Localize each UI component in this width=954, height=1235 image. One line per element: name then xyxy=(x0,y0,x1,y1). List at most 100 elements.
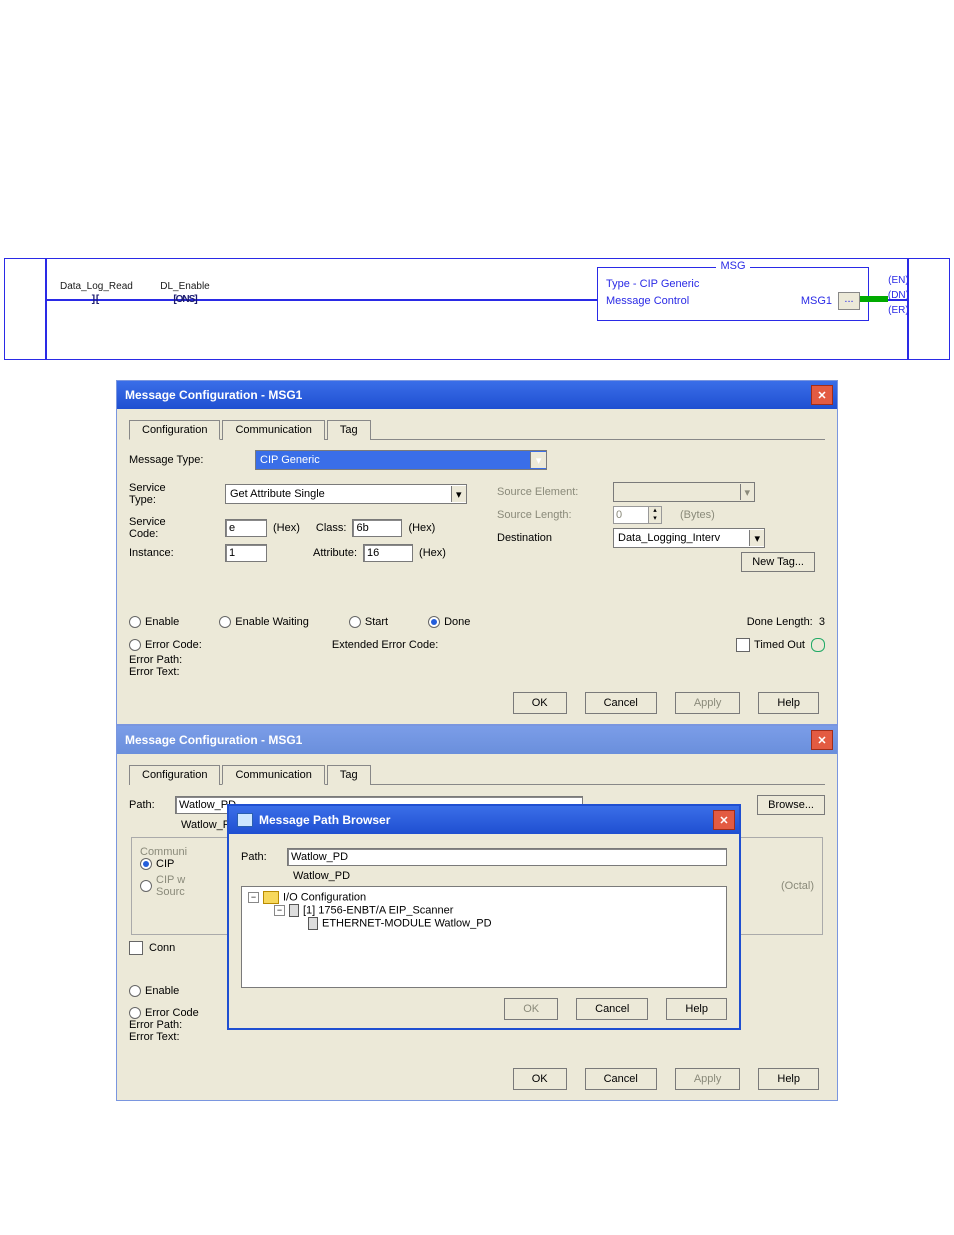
help-button[interactable]: Help xyxy=(758,692,819,714)
message-path-browser: Message Path Browser ✕ Path: Watlow_PD −… xyxy=(227,804,741,1030)
msg-tag: MSG1 xyxy=(801,295,832,307)
error-path-label: Error Path: xyxy=(129,1019,182,1031)
contact-dl-enable: DL_Enable [ONS] xyxy=(150,281,220,305)
msg-config-dialog-2: Message Configuration - MSG1 ✕ Configura… xyxy=(116,725,838,1101)
done-label: Done xyxy=(444,616,470,628)
module-icon xyxy=(308,917,318,930)
path-tree[interactable]: −I/O Configuration −[1] 1756-ENBT/A EIP_… xyxy=(241,886,727,988)
msg-type-line: Type - CIP Generic xyxy=(606,278,699,290)
tree-root[interactable]: −I/O Configuration xyxy=(248,891,720,904)
left-rail xyxy=(45,259,47,359)
help-button[interactable]: Help xyxy=(758,1068,819,1090)
source-element-select: ▾ xyxy=(613,482,755,502)
ladder-rung: Data_Log_Read ] [ DL_Enable [ONS] MSG Ty… xyxy=(4,258,950,360)
msg-instruction-box: MSG Type - CIP Generic Message Control M… xyxy=(597,267,869,321)
tab-tag[interactable]: Tag xyxy=(327,420,371,440)
ons-symbol: [ONS] xyxy=(150,294,220,305)
timed-out-checkbox[interactable] xyxy=(736,638,750,652)
cip-label: CIP xyxy=(156,858,174,870)
error-text-label: Error Text: xyxy=(129,1031,180,1043)
instance-input[interactable] xyxy=(225,544,267,562)
attribute-label: Attribute: xyxy=(313,547,357,559)
tree-item-scanner[interactable]: −[1] 1756-ENBT/A EIP_Scanner xyxy=(248,904,720,917)
octal-label: (Octal) xyxy=(781,880,814,892)
path-label: Path: xyxy=(241,851,281,863)
error-radio xyxy=(129,639,141,651)
cancel-button[interactable]: Cancel xyxy=(585,692,657,714)
path-echo: Watlow_PD xyxy=(293,870,350,882)
enable-radio xyxy=(129,616,141,628)
contact-label: DL_Enable xyxy=(160,281,209,292)
app-icon xyxy=(237,813,253,827)
connected-checkbox[interactable] xyxy=(129,941,143,955)
titlebar: Message Configuration - MSG1 ✕ xyxy=(117,726,837,754)
dropdown-icon: ▾ xyxy=(740,484,754,500)
help-button[interactable]: Help xyxy=(666,998,727,1020)
bytes-label: (Bytes) xyxy=(680,509,715,521)
close-button[interactable]: ✕ xyxy=(713,810,735,830)
source-length-label: Source Length: xyxy=(497,509,607,521)
enable-waiting-label: Enable Waiting xyxy=(235,616,309,628)
service-code-label: Service Code: xyxy=(129,516,219,540)
service-code-input[interactable] xyxy=(225,519,267,537)
msg-config-dialog-1: Message Configuration - MSG1 ✕ Configura… xyxy=(116,380,838,725)
titlebar: Message Configuration - MSG1 ✕ xyxy=(117,381,837,409)
cancel-button[interactable]: Cancel xyxy=(585,1068,657,1090)
hex-label: (Hex) xyxy=(408,522,435,534)
message-type-label: Message Type: xyxy=(129,454,249,466)
browse-button[interactable]: Browse... xyxy=(757,795,825,815)
dropdown-icon[interactable]: ▾ xyxy=(451,486,466,502)
close-button[interactable]: ✕ xyxy=(811,385,833,405)
msg-control-label: Message Control xyxy=(606,295,689,307)
source-length-spin: ▴▾ xyxy=(613,506,662,524)
contact-data-log-read: Data_Log_Read ] [ xyxy=(60,281,130,305)
tree-item-watlow[interactable]: ETHERNET-MODULE Watlow_PD xyxy=(248,917,720,930)
dialog-title: Message Configuration - MSG1 xyxy=(125,388,302,402)
msg-title: MSG xyxy=(716,260,749,272)
dialog-title: Message Configuration - MSG1 xyxy=(125,733,302,747)
tab-communication[interactable]: Communication xyxy=(222,765,324,785)
contact-label: Data_Log_Read xyxy=(60,281,133,292)
apply-button: Apply xyxy=(675,692,741,714)
folder-icon xyxy=(263,891,279,904)
destination-select[interactable]: ▾ xyxy=(613,528,765,548)
service-type-select[interactable]: ▾ xyxy=(225,484,467,504)
ext-error-label: Extended Error Code: xyxy=(332,639,438,651)
cancel-button[interactable]: Cancel xyxy=(576,998,648,1020)
contact-symbol: ] [ xyxy=(60,294,130,305)
destination-label: Destination xyxy=(497,532,607,544)
cip-radio[interactable] xyxy=(140,858,152,870)
cip-source-label: CIP w Sourc xyxy=(156,874,185,898)
ok-button: OK xyxy=(504,998,558,1020)
comm-legend: Communi xyxy=(140,846,187,858)
browser-path-input[interactable] xyxy=(287,848,727,866)
module-icon xyxy=(289,904,299,917)
message-type-select[interactable]: ▾ xyxy=(255,450,547,470)
connected-label: Conn xyxy=(149,942,175,954)
tab-configuration[interactable]: Configuration xyxy=(129,765,220,785)
msg-config-button[interactable]: ... xyxy=(838,292,860,310)
error-code-label: Error Code: xyxy=(145,639,202,651)
error-radio xyxy=(129,1007,141,1019)
tab-communication[interactable]: Communication xyxy=(222,420,324,440)
error-path-label: Error Path: xyxy=(129,654,182,666)
attribute-input[interactable] xyxy=(363,544,413,562)
start-radio xyxy=(349,616,361,628)
service-type-label: Service Type: xyxy=(129,482,219,506)
path-label: Path: xyxy=(129,799,169,811)
hex-label: (Hex) xyxy=(273,522,300,534)
ok-button[interactable]: OK xyxy=(513,1068,567,1090)
cip-source-radio xyxy=(140,880,152,892)
class-input[interactable] xyxy=(352,519,402,537)
dialog-title: Message Path Browser xyxy=(259,813,390,827)
ok-button[interactable]: OK xyxy=(513,692,567,714)
dropdown-icon[interactable]: ▾ xyxy=(530,452,546,468)
new-tag-button[interactable]: New Tag... xyxy=(741,552,815,572)
dropdown-icon[interactable]: ▾ xyxy=(749,530,764,546)
tab-configuration[interactable]: Configuration xyxy=(129,420,220,440)
timed-out-label: Timed Out xyxy=(754,639,805,651)
close-button[interactable]: ✕ xyxy=(811,730,833,750)
refresh-icon[interactable] xyxy=(811,638,825,652)
start-label: Start xyxy=(365,616,388,628)
tab-tag[interactable]: Tag xyxy=(327,765,371,785)
